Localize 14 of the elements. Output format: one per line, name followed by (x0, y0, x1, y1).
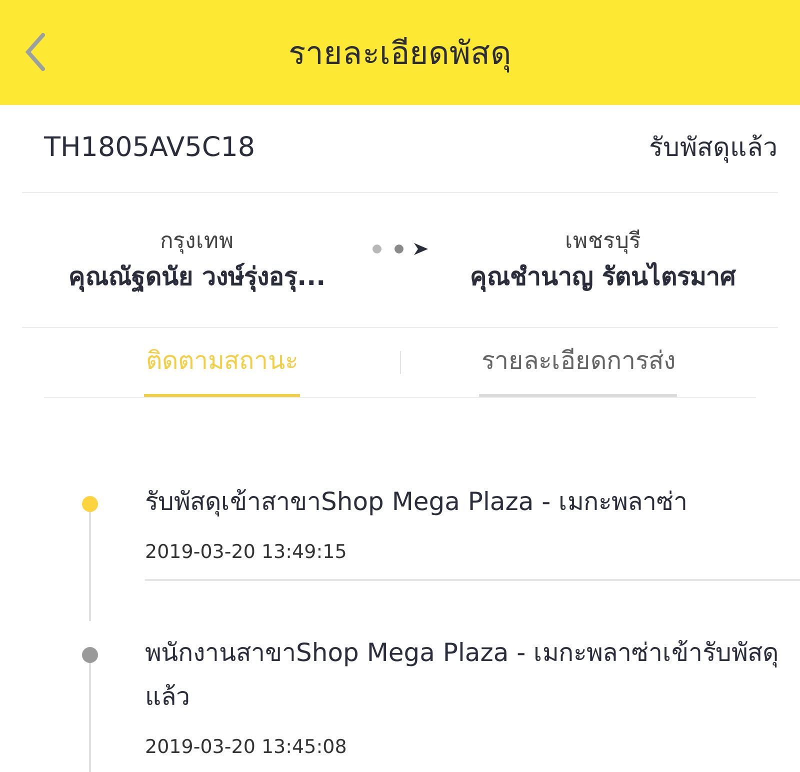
parcel-status: รับพัสดุแล้ว (649, 132, 778, 165)
tab[interactable]: รายละเอียดการส่ง (479, 328, 678, 397)
page-title: รายละเอียดพัสดุ (288, 32, 512, 74)
tracking-number: TH1805AV5C18 (44, 131, 256, 166)
receiver-name: คุณชำนาญ รัตนไตรมาศ (470, 260, 736, 294)
sender-province: กรุงเทพ (160, 228, 234, 256)
back-icon (24, 33, 46, 71)
receiver-province: เพชรบุรี (565, 228, 641, 256)
event-time: 2019-03-20 13:49:15 (145, 540, 348, 565)
route-arrow-icon (372, 242, 428, 256)
event-description: รับพัสดุเข้าสาขาShop Mega Plaza - เมกะพลาซ่า (145, 486, 689, 518)
event-description: พนักงานสาขาShop Mega Plaza - เมกะพลาซ่าเข้ารับพัสดุแล้ว (145, 636, 780, 712)
sender-name: คุณณัฐดนัย วงษ์รุ่งอรุ... (68, 260, 326, 294)
event-time: 2019-03-20 13:45:08 (145, 734, 348, 760)
